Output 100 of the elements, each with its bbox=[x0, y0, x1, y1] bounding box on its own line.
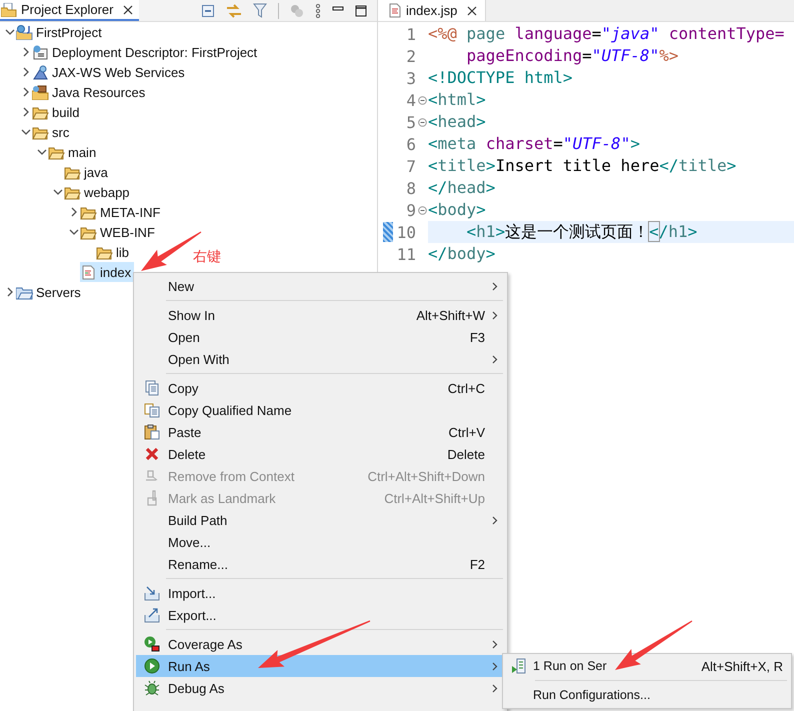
menu-item[interactable]: Run Configurations... bbox=[505, 684, 789, 706]
tree-item[interactable]: META-INF bbox=[80, 202, 164, 222]
folder-icon bbox=[16, 284, 33, 300]
project-icon bbox=[16, 24, 33, 40]
bug-icon bbox=[144, 680, 160, 696]
code-line: <title>Insert title here</title> bbox=[428, 155, 738, 177]
tree-item[interactable]: java bbox=[64, 162, 111, 182]
shortcut-text: Ctrl+Alt+Shift+Up bbox=[383, 490, 485, 506]
copy-icon bbox=[144, 380, 160, 396]
run-icon bbox=[144, 658, 160, 674]
view-menu-icon[interactable] bbox=[315, 4, 321, 18]
menu-item[interactable]: Run As bbox=[136, 655, 505, 677]
fold-icon[interactable] bbox=[418, 96, 426, 104]
fold-icon[interactable] bbox=[418, 118, 426, 126]
coverage-icon bbox=[144, 636, 160, 652]
close-icon[interactable] bbox=[467, 6, 478, 16]
chevron-icon[interactable] bbox=[5, 27, 15, 37]
tree-item[interactable]: Java Resources bbox=[32, 82, 148, 102]
tree-item[interactable]: main bbox=[48, 142, 100, 162]
export-icon bbox=[144, 607, 160, 623]
tree-item[interactable]: build bbox=[32, 102, 82, 122]
chevron-icon[interactable] bbox=[21, 67, 31, 77]
menu-item[interactable]: Export... bbox=[136, 604, 505, 626]
chevron-icon[interactable] bbox=[5, 287, 15, 297]
chevron-icon[interactable] bbox=[53, 187, 63, 197]
menu-item[interactable]: Rename... F2 bbox=[136, 553, 505, 575]
fold-icon[interactable] bbox=[418, 206, 426, 214]
tree-item[interactable]: Deployment Descriptor: FirstProject bbox=[32, 42, 260, 62]
editor-tab[interactable]: index.jsp bbox=[378, 0, 486, 21]
line-number: 11 bbox=[396, 244, 416, 264]
code-line: <body> bbox=[428, 199, 487, 221]
folder-icon bbox=[32, 104, 49, 120]
menu-item[interactable]: Open With bbox=[136, 348, 505, 370]
tree-item[interactable]: webapp bbox=[64, 182, 133, 202]
code-line: </head> bbox=[428, 177, 496, 199]
shortcut-text: Ctrl+C bbox=[446, 380, 485, 396]
delete-icon bbox=[145, 447, 159, 461]
chevron-icon[interactable] bbox=[37, 147, 47, 157]
java-resources-icon bbox=[32, 84, 49, 100]
line-number: 9 bbox=[405, 200, 416, 220]
chevron-icon[interactable] bbox=[21, 107, 31, 117]
menu-item[interactable]: Build Path bbox=[136, 509, 505, 531]
shortcut-text: Ctrl+V bbox=[448, 424, 485, 440]
folder-icon bbox=[48, 144, 65, 160]
menu-item[interactable]: Open F3 bbox=[136, 326, 505, 348]
menu-item[interactable]: 1 Run on Ser Alt+Shift+X, R bbox=[505, 655, 789, 677]
tree-item[interactable]: WEB-INF bbox=[80, 222, 158, 242]
web-services-icon bbox=[32, 64, 49, 80]
menu-item[interactable]: Paste Ctrl+V bbox=[136, 421, 505, 443]
line-number: 8 bbox=[405, 178, 416, 198]
code-line: <meta charset="UTF-8"> bbox=[428, 133, 641, 155]
descriptor-icon bbox=[32, 44, 49, 60]
tree-item[interactable]: JAX-WS Web Services bbox=[32, 62, 188, 82]
chevron-icon[interactable] bbox=[21, 47, 31, 57]
chevron-icon[interactable] bbox=[69, 207, 79, 217]
filter-icon[interactable] bbox=[253, 2, 267, 18]
menu-item[interactable]: Copy Qualified Name bbox=[136, 399, 505, 421]
line-number: 4 bbox=[405, 90, 416, 110]
chevron-icon[interactable] bbox=[21, 87, 31, 97]
menu-item[interactable]: New bbox=[136, 275, 505, 297]
copy-icon bbox=[144, 402, 160, 418]
close-icon[interactable] bbox=[123, 4, 134, 14]
shortcut-text: Alt+Shift+W bbox=[415, 308, 485, 322]
menu-item[interactable]: Debug As bbox=[136, 677, 505, 699]
chevron-icon[interactable] bbox=[69, 227, 79, 237]
menu-item[interactable]: Coverage As bbox=[136, 633, 505, 655]
menu-item[interactable]: Copy Ctrl+C bbox=[136, 377, 505, 399]
shortcut-text: Ctrl+Alt+Shift+Down bbox=[366, 468, 485, 484]
line-number: 3 bbox=[405, 68, 416, 88]
menu-item[interactable]: Delete Delete bbox=[136, 443, 505, 465]
code-line: <head> bbox=[428, 111, 487, 133]
line-number: 6 bbox=[405, 134, 416, 154]
line-number: 10 bbox=[396, 222, 416, 242]
code-line: <html> bbox=[428, 89, 487, 111]
collapse-all-icon[interactable] bbox=[201, 4, 215, 18]
tree-item[interactable]: Servers bbox=[16, 282, 84, 302]
line-number: 7 bbox=[405, 156, 416, 176]
maximize-icon[interactable] bbox=[355, 4, 367, 16]
view-tab[interactable]: Project Explorer bbox=[0, 0, 140, 21]
code-line: </body> bbox=[428, 243, 496, 265]
tree-item[interactable]: lib bbox=[96, 242, 132, 262]
tree-item[interactable]: FirstProject bbox=[16, 22, 105, 42]
menu-item[interactable]: Move... bbox=[136, 531, 505, 553]
folder-icon bbox=[64, 184, 81, 200]
folder-icon bbox=[1, 2, 17, 16]
file-icon bbox=[80, 264, 97, 280]
shortcut-text: F2 bbox=[468, 556, 485, 572]
menu-item[interactable]: Import... bbox=[136, 582, 505, 604]
annotation-label: 右键 bbox=[193, 248, 221, 266]
run-server-icon bbox=[511, 658, 527, 674]
folder-icon bbox=[64, 164, 81, 180]
line-number: 1 bbox=[405, 24, 416, 44]
tree-item[interactable]: index bbox=[80, 262, 134, 282]
code-line: pageEncoding="UTF-8"%> bbox=[466, 45, 680, 67]
shortcut-text: Alt+Shift+X, R bbox=[700, 658, 784, 674]
line-number: 2 bbox=[405, 46, 416, 66]
code-line: <%@ page language="java" contentType= bbox=[428, 23, 786, 45]
tree-item[interactable]: src bbox=[32, 122, 72, 142]
menu-item[interactable]: Show In Alt+Shift+W bbox=[136, 304, 505, 326]
chevron-icon[interactable] bbox=[21, 127, 31, 137]
